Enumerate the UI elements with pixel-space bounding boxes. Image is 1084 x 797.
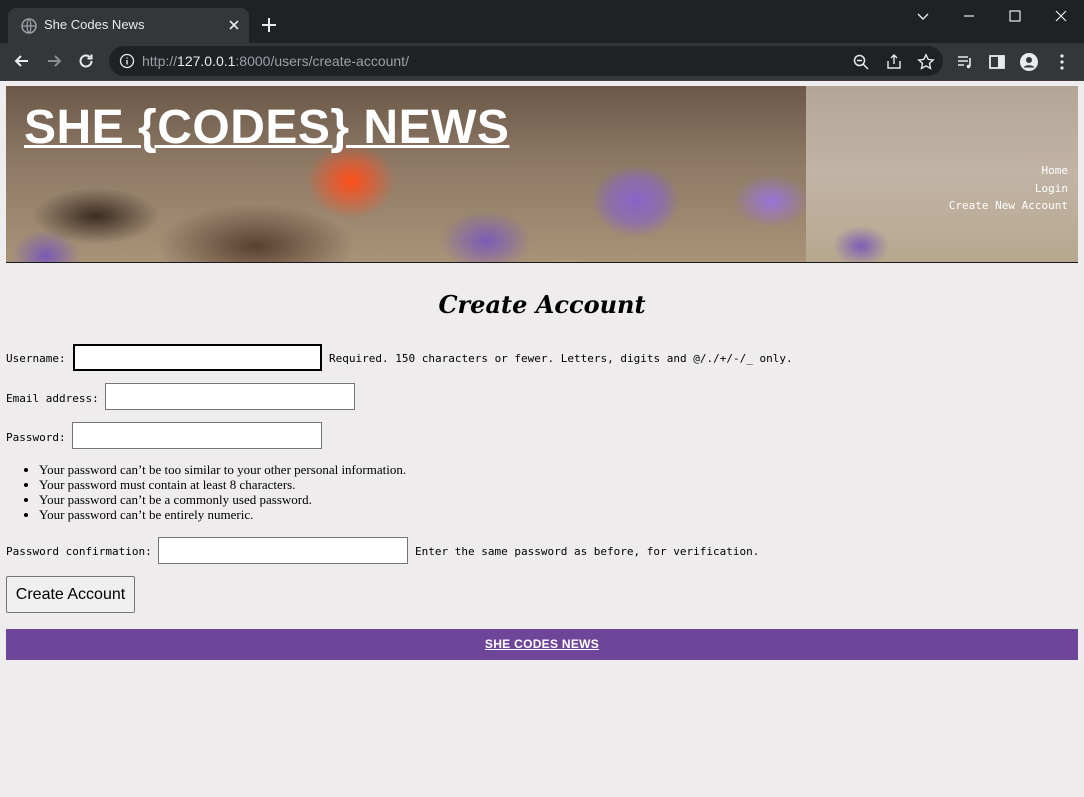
create-account-button[interactable]: Create Account bbox=[6, 576, 135, 613]
browser-toolbar: http://127.0.0.1:8000/users/create-accou… bbox=[0, 43, 1084, 80]
tab-title: She Codes News bbox=[44, 17, 145, 32]
reading-list-icon[interactable] bbox=[955, 52, 975, 72]
new-tab-icon[interactable] bbox=[259, 15, 279, 35]
address-bar[interactable]: http://127.0.0.1:8000/users/create-accou… bbox=[109, 46, 943, 76]
reload-icon[interactable] bbox=[76, 51, 96, 71]
site-info-icon[interactable] bbox=[119, 53, 135, 69]
close-window-icon[interactable] bbox=[1051, 6, 1071, 26]
email-label: Email address: bbox=[6, 392, 99, 405]
globe-icon bbox=[21, 18, 37, 34]
zoom-icon[interactable] bbox=[852, 53, 870, 71]
password-confirmation-input[interactable] bbox=[158, 537, 408, 564]
password-help-item: Your password can’t be a commonly used p… bbox=[39, 492, 406, 507]
bookmark-star-icon[interactable] bbox=[917, 53, 935, 71]
password-confirmation-label: Password confirmation: bbox=[6, 545, 152, 558]
browser-tab-bar: She Codes News bbox=[0, 0, 1084, 43]
nav-link-home[interactable]: Home bbox=[949, 162, 1069, 180]
password-input[interactable] bbox=[72, 422, 322, 449]
url-text: http://127.0.0.1:8000/users/create-accou… bbox=[142, 53, 409, 69]
username-input[interactable] bbox=[73, 344, 322, 371]
password-help-item: Your password must contain at least 8 ch… bbox=[39, 477, 406, 492]
footer-link[interactable]: SHE CODES NEWS bbox=[6, 637, 1078, 651]
password-help-item: Your password can’t be too similar to yo… bbox=[39, 462, 406, 477]
site-nav: Home Login Create New Account bbox=[949, 162, 1068, 215]
side-panel-icon[interactable] bbox=[987, 52, 1007, 72]
email-input[interactable] bbox=[105, 383, 355, 410]
share-icon[interactable] bbox=[885, 53, 903, 71]
password-help-list: Your password can’t be too similar to yo… bbox=[39, 462, 406, 522]
site-footer: SHE CODES NEWS bbox=[6, 629, 1078, 660]
password-help-item: Your password can’t be entirely numeric. bbox=[39, 507, 406, 522]
maximize-icon[interactable] bbox=[1005, 6, 1025, 26]
nav-link-login[interactable]: Login bbox=[949, 180, 1068, 198]
password-label: Password: bbox=[6, 431, 66, 444]
menu-kebab-icon[interactable] bbox=[1052, 52, 1072, 72]
nav-link-create-account[interactable]: Create New Account bbox=[949, 197, 1068, 215]
username-help-text: Required. 150 characters or fewer. Lette… bbox=[329, 352, 793, 365]
close-tab-icon[interactable] bbox=[226, 17, 242, 33]
site-header: SHE {CODES} NEWS Home Login Create New A… bbox=[6, 86, 1078, 263]
profile-avatar-icon[interactable] bbox=[1019, 52, 1039, 72]
tab-search-icon[interactable] bbox=[913, 6, 933, 26]
browser-tab[interactable]: She Codes News bbox=[8, 8, 249, 43]
site-title-link[interactable]: SHE {CODES} NEWS bbox=[24, 100, 509, 155]
back-icon[interactable] bbox=[12, 51, 32, 71]
page-title: Create Account bbox=[438, 290, 646, 319]
password-confirmation-help-text: Enter the same password as before, for v… bbox=[415, 545, 760, 558]
forward-icon[interactable] bbox=[44, 51, 64, 71]
username-label: Username: bbox=[6, 352, 66, 365]
chrome-divider bbox=[0, 80, 1084, 81]
minimize-icon[interactable] bbox=[959, 6, 979, 26]
